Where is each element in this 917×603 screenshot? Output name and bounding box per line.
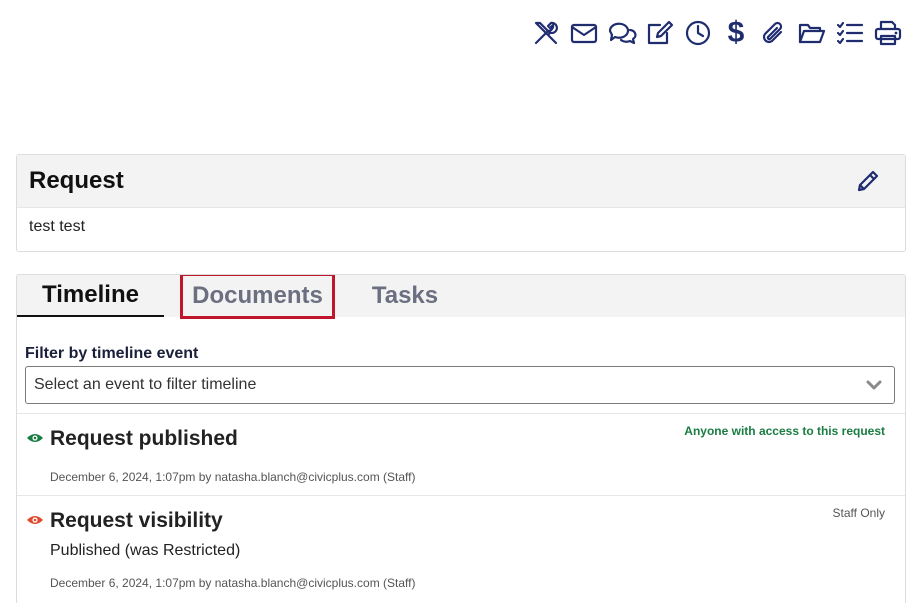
timeline-filter-select[interactable]: Select an event to filter timeline (25, 366, 895, 404)
request-card-header: Request (17, 155, 905, 208)
checklist-icon[interactable] (831, 16, 869, 50)
chat-icon[interactable] (603, 16, 641, 50)
pencil-icon[interactable] (853, 166, 883, 196)
event-detail: Published (was Restricted) (50, 542, 241, 559)
request-description: test test (29, 218, 86, 235)
timeline-event: Request published Anyone with access to … (17, 413, 905, 495)
event-meta: December 6, 2024, 1:07pm by natasha.blan… (50, 470, 416, 484)
tools-icon[interactable] (527, 16, 565, 50)
tab-timeline[interactable]: Timeline (17, 275, 164, 317)
request-card: Request test test (16, 154, 906, 252)
event-title: Request published (50, 427, 238, 450)
edit-note-icon[interactable] (641, 16, 679, 50)
eye-icon (26, 431, 44, 443)
dollar-glyph: $ (727, 16, 745, 49)
chevron-down-icon (866, 377, 882, 393)
timeline-panel: Timeline Documents Tasks Filter by timel… (16, 274, 906, 603)
tab-bar: Timeline Documents Tasks (17, 275, 905, 319)
dollar-icon[interactable]: $ (717, 16, 755, 50)
tab-tasks[interactable]: Tasks (355, 275, 455, 317)
event-access: Anyone with access to this request (684, 424, 885, 438)
filter-select-value: Select an event to filter timeline (34, 376, 257, 393)
mail-icon[interactable] (565, 16, 603, 50)
print-icon[interactable] (869, 16, 907, 50)
event-access: Staff Only (832, 506, 885, 520)
attachment-icon[interactable] (755, 16, 793, 50)
event-meta: December 6, 2024, 1:07pm by natasha.blan… (50, 576, 416, 590)
clock-icon[interactable] (679, 16, 717, 50)
tab-documents[interactable]: Documents (180, 275, 335, 319)
request-toolbar: $ (527, 16, 907, 50)
folder-icon[interactable] (793, 16, 831, 50)
event-title: Request visibility (50, 509, 223, 532)
request-title: Request (29, 167, 124, 194)
timeline-event: Request visibility Staff Only Published … (17, 495, 905, 603)
eye-icon (26, 513, 44, 525)
filter-label: Filter by timeline event (25, 345, 199, 362)
